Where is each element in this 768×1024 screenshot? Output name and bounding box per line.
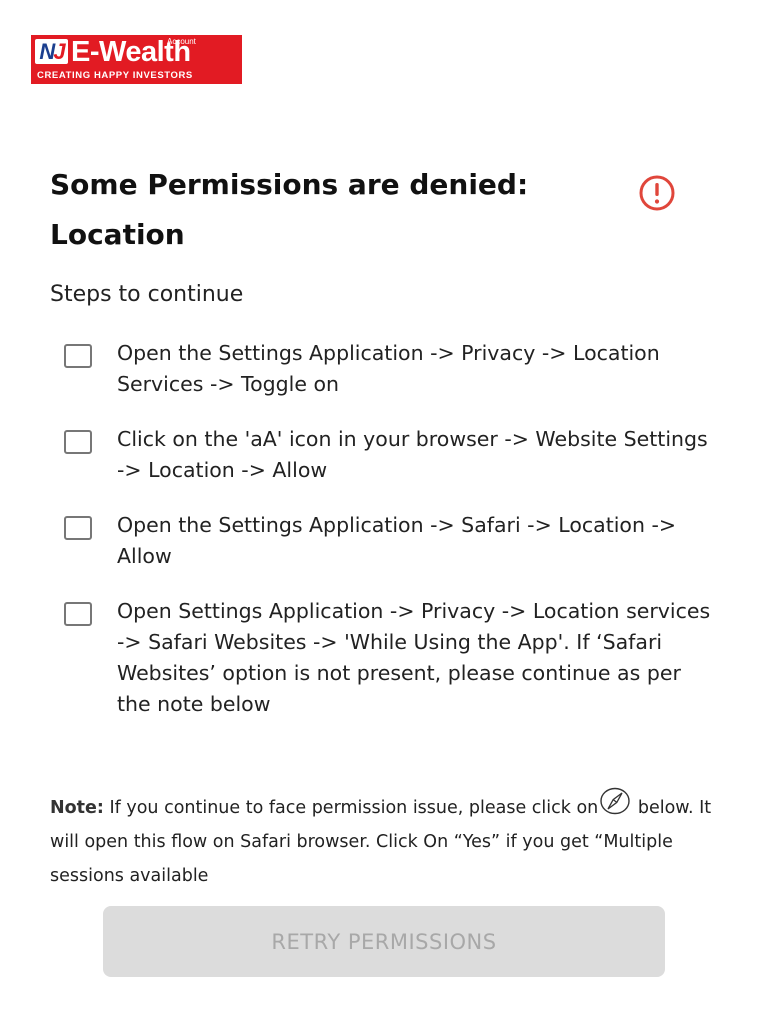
step-text: Click on the 'aA' icon in your browser -… xyxy=(117,427,708,482)
logo-tagline: CREATING HAPPY INVESTORS xyxy=(37,70,193,81)
step-checkbox[interactable] xyxy=(64,344,92,368)
logo-mark-n: N xyxy=(39,38,55,64)
alert-circle-icon xyxy=(639,175,675,211)
logo-mark-j: J xyxy=(53,38,65,64)
note-label: Note: xyxy=(50,798,104,818)
steps-list: Open the Settings Application -> Privacy… xyxy=(64,338,724,744)
safari-compass-icon[interactable] xyxy=(598,787,632,817)
step-item: Open the Settings Application -> Privacy… xyxy=(64,338,724,400)
step-checkbox[interactable] xyxy=(64,602,92,626)
note-text-before: If you continue to face permission issue… xyxy=(103,798,599,818)
step-text: Open Settings Application -> Privacy -> … xyxy=(117,599,711,716)
page-title: Some Permissions are denied: Location xyxy=(50,160,620,260)
page-title-line2: Location xyxy=(50,218,185,251)
step-item: Open the Settings Application -> Safari … xyxy=(64,510,724,572)
note-paragraph: Note: If you continue to face permission… xyxy=(50,787,740,893)
step-text: Open the Settings Application -> Privacy… xyxy=(117,341,660,396)
page-title-line1: Some Permissions are denied: xyxy=(50,168,529,201)
logo-account-label: Account xyxy=(167,37,196,46)
step-text: Open the Settings Application -> Safari … xyxy=(117,513,677,568)
app-logo: NJ E-Wealth Account CREATING HAPPY INVES… xyxy=(31,35,242,84)
step-checkbox[interactable] xyxy=(64,516,92,540)
retry-permissions-button[interactable]: RETRY PERMISSIONS xyxy=(103,906,665,977)
logo-mark: NJ xyxy=(35,39,68,64)
step-item: Click on the 'aA' icon in your browser -… xyxy=(64,424,724,486)
steps-title: Steps to continue xyxy=(50,282,244,307)
step-item: Open Settings Application -> Privacy -> … xyxy=(64,596,724,720)
step-checkbox[interactable] xyxy=(64,430,92,454)
